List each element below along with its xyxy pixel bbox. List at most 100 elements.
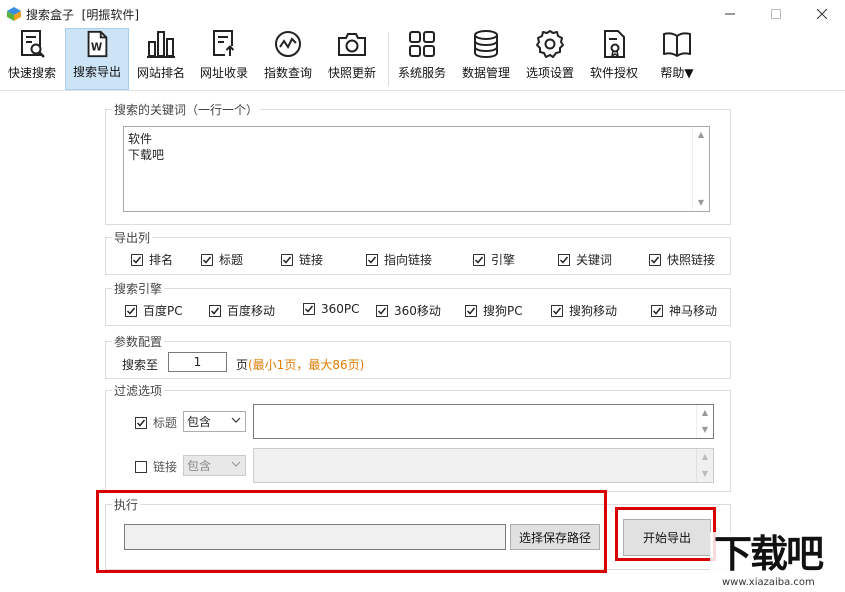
engine-360-mobile[interactable]: 360移动 [376,302,441,319]
checkbox[interactable] [649,253,661,266]
engine-360-pc[interactable]: 360PC [303,302,360,316]
toolbar-label: 网站排名 [136,66,185,80]
search-doc-icon [21,30,45,58]
checkbox[interactable] [135,460,147,473]
check-icon [282,256,292,264]
checkbox[interactable] [125,304,137,317]
checkbox[interactable] [209,304,221,317]
toolbar-options[interactable]: 选项设置 [521,28,579,90]
checkbox[interactable] [366,253,378,266]
export-columns-group: 导出列 排名 标题 链接 指向链接 引擎 关键词 快照链接 [105,229,731,275]
checkbox[interactable] [473,253,485,266]
filter-link-mode-select[interactable]: 包含 [183,455,246,476]
checkbox[interactable] [201,253,213,266]
search-to-label: 搜索至 [122,358,159,372]
chevron-down-icon [231,417,241,423]
check-icon [210,307,220,315]
toolbar-quick-search[interactable]: 快速搜索 [2,28,62,90]
export-col-link[interactable]: 链接 [281,251,323,268]
checkbox[interactable] [376,304,388,317]
group-title: 导出列 [112,229,153,246]
export-col-target-link[interactable]: 指向链接 [366,251,432,268]
highlight-execute-region [96,490,607,573]
export-col-snapshot-link[interactable]: 快照链接 [649,251,715,268]
keywords-scrollbar[interactable]: ▲ ▼ [692,127,709,211]
window-title: 搜索盒子 [明振软件] [26,8,140,22]
scroll-down-icon[interactable]: ▼ [700,469,710,479]
toolbar-site-rank[interactable]: 网站排名 [132,28,190,90]
gear-icon [536,30,564,58]
select-value: 包含 [187,415,212,429]
toolbar-label: 搜索导出 [72,65,121,79]
toolbar-label: 指数查询 [263,66,312,80]
minimize-button[interactable] [707,0,753,28]
group-title: 过滤选项 [112,382,165,399]
export-col-rank[interactable]: 排名 [131,251,173,268]
filter-title-checkbox[interactable]: 标题 [135,414,177,431]
toolbar-license[interactable]: 软件授权 [585,28,643,90]
checkbox[interactable] [135,416,147,429]
checkbox[interactable] [551,304,563,317]
toolbar-divider [388,32,389,86]
engine-sogou-pc[interactable]: 搜狗PC [465,302,523,319]
scroll-up-icon[interactable]: ▲ [700,452,710,462]
checkbox[interactable] [465,304,477,317]
filter-link-input[interactable]: ▲ ▼ [253,448,714,483]
engine-baidu-pc[interactable]: 百度PC [125,302,183,319]
license-icon [604,30,625,58]
checkbox[interactable] [303,303,315,315]
group-title: 搜索引擎 [112,280,165,297]
filter-link-checkbox[interactable]: 链接 [135,458,177,475]
scroll-down-icon[interactable]: ▼ [700,425,710,435]
toolbar-system-service[interactable]: 系统服务 [393,28,451,90]
camera-icon [338,33,366,56]
toolbar-data-management[interactable]: 数据管理 [457,28,515,90]
toolbar-label: 软件授权 [589,66,638,80]
check-icon [202,256,212,264]
toolbar-url-index[interactable]: 网址收录 [195,28,253,90]
export-col-keyword[interactable]: 关键词 [558,251,612,268]
engine-baidu-mobile[interactable]: 百度移动 [209,302,275,319]
filter-title-scrollbar[interactable]: ▲ ▼ [696,405,713,438]
check-icon [474,256,484,264]
export-col-title[interactable]: 标题 [201,251,243,268]
page-count-input[interactable]: 1 [168,352,227,372]
checkbox[interactable] [558,253,570,266]
engine-shenma-mobile[interactable]: 神马移动 [651,302,717,319]
keywords-textarea[interactable]: 软件 下载吧 ▲ ▼ [123,126,710,212]
scroll-down-icon[interactable]: ▼ [696,198,706,208]
bar-chart-icon [147,31,175,58]
keywords-group: 搜索的关键词（一行一个） 软件 下载吧 ▲ ▼ [105,101,731,225]
watermark: 下载吧 www.xiazaiba.com [710,532,845,592]
toolbar-label: 快速搜索 [7,66,56,80]
checkbox[interactable] [281,253,293,266]
chevron-down-icon [231,461,241,467]
toolbar-label: 选项设置 [525,66,574,80]
filter-link-scrollbar[interactable]: ▲ ▼ [696,449,713,482]
main-toolbar: 快速搜索 W 搜索导出 网站排名 网址收录 指数查询 快照更新 系统服务 数据管… [0,28,845,91]
page-range-hint: (最小1页，最大86页) [248,358,365,372]
toolbar-help[interactable]: 帮助▼ [648,28,706,90]
toolbar-search-export[interactable]: W 搜索导出 [65,28,129,90]
toolbar-index-query[interactable]: 指数查询 [259,28,317,90]
highlight-start-button [615,507,716,561]
select-value: 包含 [187,459,212,473]
export-col-engine[interactable]: 引擎 [473,251,515,268]
engine-sogou-mobile[interactable]: 搜狗移动 [551,302,617,319]
filter-title-mode-select[interactable]: 包含 [183,411,246,432]
close-button[interactable] [799,0,845,28]
toolbar-snapshot-update[interactable]: 快照更新 [323,28,381,90]
filter-title-input[interactable]: ▲ ▼ [253,404,714,439]
scroll-up-icon[interactable]: ▲ [696,130,706,140]
group-title: 参数配置 [112,333,165,350]
check-icon [132,256,142,264]
checkbox[interactable] [131,253,143,266]
page-unit-label: 页 [236,358,249,372]
grid-icon [409,31,435,57]
watermark-text: 下载吧 [714,532,824,576]
checkbox[interactable] [651,304,663,317]
scroll-up-icon[interactable]: ▲ [700,408,710,418]
maximize-button[interactable] [753,0,799,28]
check-icon [652,307,662,315]
app-logo-icon [7,7,21,21]
